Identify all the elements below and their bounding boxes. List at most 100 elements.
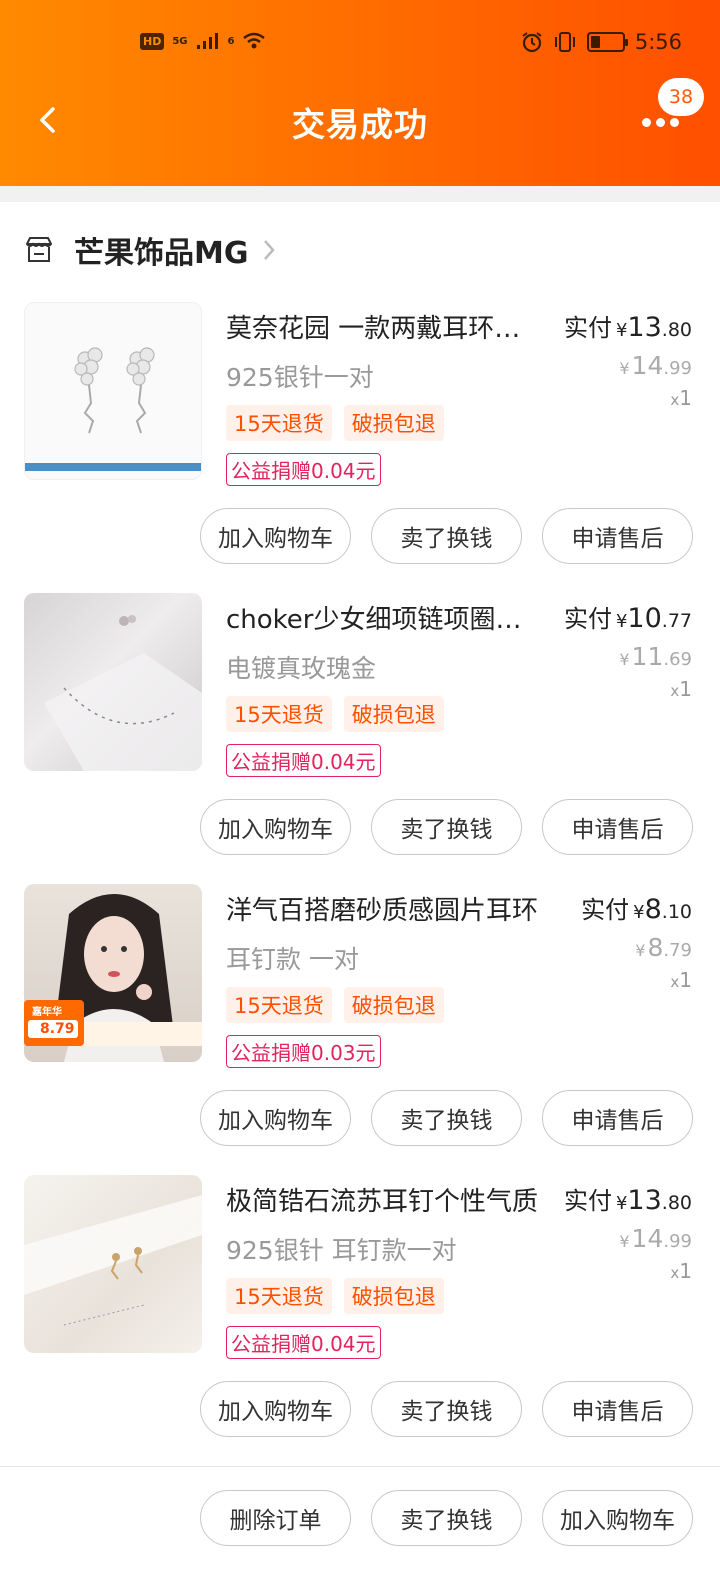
clock: 5:56 [634,30,682,54]
paid-dec: .10 [661,901,692,923]
qty-value: 1 [679,1259,692,1283]
paid-price: 实付 ¥10.77 [564,599,692,634]
donation-label: 公益捐赠0.04元 [226,1326,381,1359]
wifi-icon [243,32,266,49]
order-item-4[interactable]: 极简锆石流苏耳钉个性气质 925银针 耳钉款一对 15天退货 破损包退 公益捐赠… [0,1175,720,1466]
paid-label: 实付 [563,314,612,342]
add-all-to-cart-button[interactable]: 加入购物车 [542,1490,693,1546]
shop-name: 芒果饰品MG [74,236,249,271]
product-title[interactable]: 莫奈花园 一款两戴耳环气质优雅 [226,308,544,345]
necklace-image [44,615,202,771]
currency-symbol: ¥ [615,611,628,632]
shop-header[interactable]: 芒果饰品MG [24,230,276,271]
battery-level [590,36,600,48]
add-to-cart-button[interactable]: 加入购物车 [200,1381,351,1437]
donation-label: 公益捐赠0.04元 [226,453,381,486]
status-bar: HD 5G 6 5:56 [0,28,720,64]
promo-price: 8.79 [40,1021,75,1037]
product-image[interactable] [24,593,202,771]
orig-int: 14 [631,351,664,380]
network-label-2: 6 [227,35,235,47]
earrings-image [25,347,201,471]
alarm-icon [522,32,542,53]
qty-value: 1 [679,677,692,701]
after-sales-button[interactable]: 申请售后 [542,508,693,564]
qty-prefix: x [670,973,680,991]
paid-dec: .80 [661,319,692,341]
add-to-cart-button[interactable]: 加入购物车 [200,1090,351,1146]
resell-button[interactable]: 卖了换钱 [371,799,522,855]
paid-int: 8 [644,894,662,925]
orig-dec: .99 [663,1231,692,1252]
currency-symbol: ¥ [615,320,628,341]
message-count-badge: 38 [658,78,704,116]
paid-price: 实付 ¥13.80 [564,308,692,343]
paid-int: 13 [627,312,662,343]
original-price: ¥8.79 [581,933,692,962]
orig-int: 8 [647,933,664,962]
product-image[interactable] [24,302,202,480]
paid-label: 实付 [563,605,612,633]
more-dot-2 [656,117,665,127]
order-item-2[interactable]: choker少女细项链项圈锁骨链 电镀真玫瑰金 15天退货 破损包退 公益捐赠0… [0,593,720,884]
after-sales-button[interactable]: 申请售后 [542,1090,693,1146]
add-to-cart-button[interactable]: 加入购物车 [200,508,351,564]
original-price: ¥11.69 [564,642,692,671]
orig-int: 11 [631,642,664,671]
tag-return-policy: 15天退货 [226,405,332,441]
qty-value: 1 [679,968,692,992]
product-title[interactable]: choker少女细项链项圈锁骨链 [226,599,544,636]
order-item-1[interactable]: 莫奈花园 一款两戴耳环气质优雅 925银针一对 15天退货 破损包退 公益捐赠0… [0,302,720,593]
vibrate-icon [554,32,575,52]
order-item-3[interactable]: 嘉年华 8.79 洋气百搭磨砂质感圆片耳环 耳钉款 一对 15天退货 破损包退 … [0,884,720,1175]
quantity: x1 [581,968,692,992]
qty-prefix: x [670,682,680,700]
donation-label: 公益捐赠0.03元 [226,1035,381,1068]
more-dot-3 [670,117,679,127]
after-sales-button[interactable]: 申请售后 [542,1381,693,1437]
resell-button[interactable]: 卖了换钱 [371,1381,522,1437]
after-sales-button[interactable]: 申请售后 [542,799,693,855]
resell-button[interactable]: 卖了换钱 [371,1090,522,1146]
orig-int: 14 [631,1224,664,1253]
product-sku: 耳钉款 一对 [226,945,359,974]
paid-dec: .80 [661,1192,692,1214]
network-label-1: 5G [172,35,188,47]
qty-prefix: x [670,1264,680,1282]
resell-all-button[interactable]: 卖了换钱 [371,1490,522,1546]
battery-icon [586,32,628,52]
tag-damage-refund: 破损包退 [343,1278,444,1314]
paid-price: 实付 ¥8.10 [581,890,692,925]
paid-int: 10 [627,603,662,634]
orig-dec: .69 [663,649,692,670]
product-title[interactable]: 洋气百搭磨砂质感圆片耳环 [226,890,544,927]
currency-symbol: ¥ [619,1232,630,1251]
add-to-cart-button[interactable]: 加入购物车 [200,799,351,855]
donation-label: 公益捐赠0.04元 [226,744,381,777]
signal-icon [196,33,218,49]
product-image[interactable]: 嘉年华 8.79 [24,884,202,1062]
product-sku: 电镀真玫瑰金 [226,654,377,683]
tag-damage-refund: 破损包退 [343,405,444,441]
product-title[interactable]: 极简锆石流苏耳钉个性气质 [226,1181,544,1218]
paid-int: 13 [627,1185,662,1216]
delete-order-button[interactable]: 删除订单 [200,1490,351,1546]
product-sku: 925银针 耳钉款一对 [226,1236,457,1265]
quantity: x1 [564,1259,692,1283]
product-image[interactable] [24,1175,202,1353]
paid-label: 实付 [581,896,630,924]
currency-symbol: ¥ [615,1193,628,1214]
chevron-right-icon [264,240,276,260]
tag-damage-refund: 破损包退 [343,987,444,1023]
currency-symbol: ¥ [633,902,645,923]
order-actions: 删除订单 卖了换钱 加入购物车 [200,1490,693,1546]
tag-return-policy: 15天退货 [226,696,332,732]
qty-prefix: x [670,391,680,409]
promo-label: 嘉年华 [32,1007,62,1018]
product-sku: 925银针一对 [226,363,374,392]
currency-symbol: ¥ [619,650,630,669]
resell-button[interactable]: 卖了换钱 [371,508,522,564]
tag-return-policy: 15天退货 [226,987,332,1023]
tag-damage-refund: 破损包退 [343,696,444,732]
more-dots-icon [642,117,651,127]
